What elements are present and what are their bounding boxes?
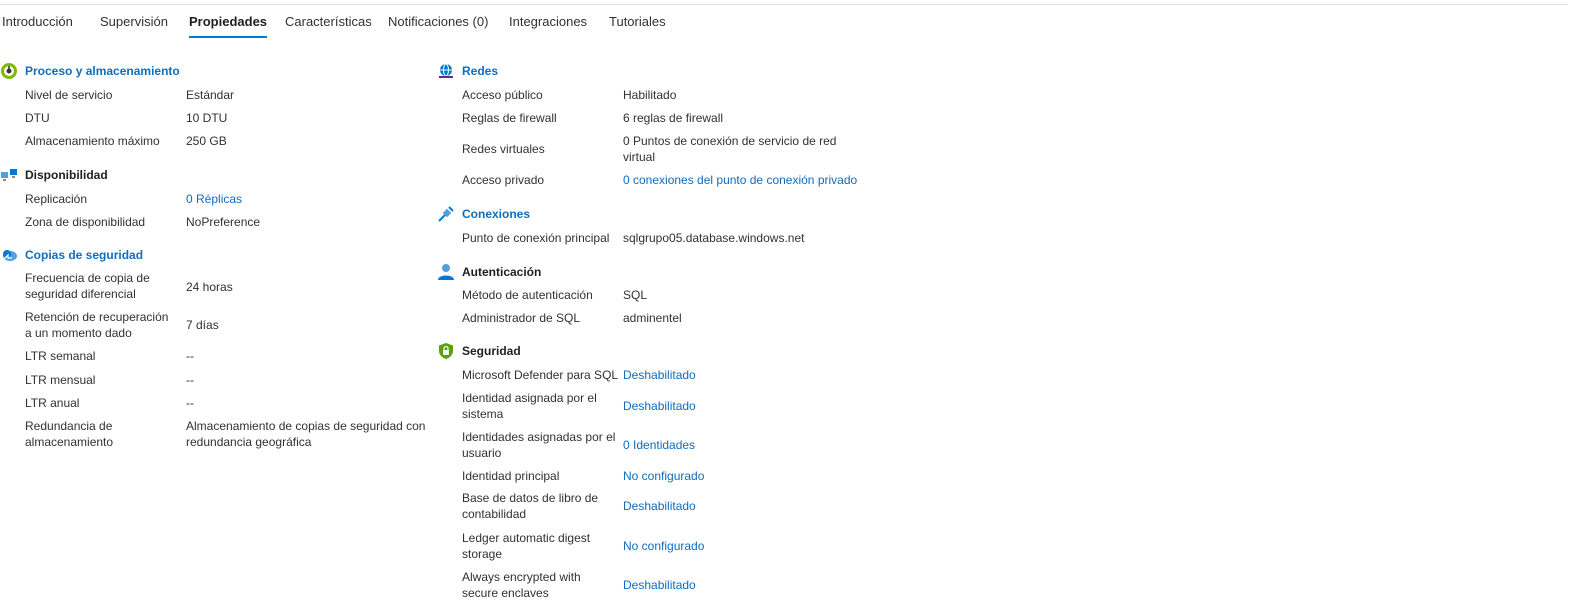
auth-value-method: SQL <box>623 288 648 302</box>
section-availability-header: Disponibilidad <box>0 166 108 184</box>
networks-label-vnet: Redes virtuales <box>462 142 545 156</box>
backups-value-diff-frequency: 24 horas <box>186 280 233 294</box>
tab-propiedades[interactable]: Propiedades <box>189 14 268 38</box>
section-connections-title[interactable]: Conexiones <box>462 207 530 221</box>
networks-value-firewall: 6 reglas de firewall <box>623 111 724 125</box>
backups-value-ltr-yearly: -- <box>186 396 194 410</box>
compute-label-dtu: DTU <box>25 111 50 125</box>
section-backups-header[interactable]: Copias de seguridad <box>0 246 143 264</box>
auth-value-admin: adminentel <box>623 311 682 325</box>
security-value-ledger-digest[interactable]: No configurado <box>623 538 704 554</box>
connections-label-endpoint: Punto de conexión principal <box>462 231 610 245</box>
network-globe-icon <box>437 62 455 80</box>
networks-label-firewall: Reglas de firewall <box>462 111 557 125</box>
replication-icon <box>0 166 18 184</box>
security-value-always-encrypted[interactable]: Deshabilitado <box>623 577 696 593</box>
networks-label-public: Acceso público <box>462 88 543 102</box>
backups-value-redundancy: Almacenamiento de copias de seguridad co… <box>186 419 426 449</box>
section-connections-header[interactable]: Conexiones <box>437 205 530 223</box>
cloud-backup-icon <box>0 246 18 264</box>
backups-value-ltr-monthly: -- <box>186 373 194 387</box>
user-icon <box>437 263 455 281</box>
tab-tutoriales[interactable]: Tutoriales <box>609 14 666 29</box>
networks-value-vnet: 0 Puntos de conexión de servicio de red … <box>623 134 837 164</box>
security-value-primary-identity[interactable]: No configurado <box>623 468 704 484</box>
backups-label-ltr-monthly: LTR mensual <box>25 373 96 387</box>
tab-introduccion[interactable]: Introducción <box>2 14 73 29</box>
section-networks-title[interactable]: Redes <box>462 64 498 78</box>
compute-label-maxstorage: Almacenamiento máximo <box>25 134 160 148</box>
section-compute-header[interactable]: Proceso y almacenamiento <box>0 62 180 80</box>
security-value-defender[interactable]: Deshabilitado <box>623 367 696 383</box>
backups-label-ltr-yearly: LTR anual <box>25 396 80 410</box>
tab-integraciones[interactable]: Integraciones <box>509 14 587 29</box>
networks-value-private[interactable]: 0 conexiones del punto de conexión priva… <box>623 172 857 188</box>
plug-icon <box>437 205 455 223</box>
backups-value-ltr-weekly: -- <box>186 349 194 363</box>
networks-label-private: Acceso privado <box>462 173 545 187</box>
section-availability-title: Disponibilidad <box>25 168 108 182</box>
section-auth-title: Autenticación <box>462 265 542 279</box>
tab-notificaciones[interactable]: Notificaciones (0) <box>388 14 488 29</box>
compute-value-maxstorage: 250 GB <box>186 134 227 148</box>
backups-label-diff-frequency: Frecuencia de copia de seguridad diferen… <box>25 271 150 301</box>
backups-label-redundancy: Redundancia de almacenamiento <box>25 419 114 449</box>
section-security-title: Seguridad <box>462 344 521 358</box>
availability-label-zone: Zona de disponibilidad <box>25 215 146 229</box>
gauge-icon <box>0 62 18 80</box>
backups-value-pitr: 7 días <box>186 318 219 332</box>
security-value-ledger[interactable]: Deshabilitado <box>623 498 696 514</box>
security-value-user-identities[interactable]: 0 Identidades <box>623 437 695 453</box>
security-label-user-identities: Identidades asignadas por el usuario <box>462 430 616 460</box>
security-label-system-identity: Identidad asignada por el sistema <box>462 391 597 421</box>
section-backups-title[interactable]: Copias de seguridad <box>25 248 143 262</box>
availability-value-zone: NoPreference <box>186 215 261 229</box>
availability-value-replication[interactable]: 0 Réplicas <box>186 191 242 207</box>
networks-value-public: Habilitado <box>623 88 677 102</box>
compute-value-dtu: 10 DTU <box>186 111 228 125</box>
section-auth-header: Autenticación <box>437 263 541 281</box>
auth-label-method: Método de autenticación <box>462 288 593 302</box>
tab-supervision[interactable]: Supervisión <box>100 14 168 29</box>
top-divider <box>0 4 1568 5</box>
security-label-ledger-digest: Ledger automatic digest storage <box>462 531 591 561</box>
security-label-always-encrypted: Always encrypted with secure enclaves <box>462 570 581 600</box>
compute-value-tier: Estándar <box>186 88 235 102</box>
connections-value-endpoint: sqlgrupo05.database.windows.net <box>623 231 805 245</box>
shield-lock-icon <box>437 342 455 360</box>
section-security-header: Seguridad <box>437 342 521 360</box>
section-compute-title[interactable]: Proceso y almacenamiento <box>25 64 180 78</box>
section-networks-header[interactable]: Redes <box>437 62 498 80</box>
availability-label-replication: Replicación <box>25 192 88 206</box>
backups-label-pitr: Retención de recuperación a un momento d… <box>25 310 169 340</box>
security-value-system-identity[interactable]: Deshabilitado <box>623 398 696 414</box>
security-label-defender: Microsoft Defender para SQL <box>462 368 619 382</box>
auth-label-admin: Administrador de SQL <box>462 311 581 325</box>
compute-label-tier: Nivel de servicio <box>25 88 113 102</box>
security-label-primary-identity: Identidad principal <box>462 469 560 483</box>
security-label-ledger: Base de datos de libro de contabilidad <box>462 491 599 521</box>
tab-caracteristicas[interactable]: Características <box>285 14 372 29</box>
backups-label-ltr-weekly: LTR semanal <box>25 349 96 363</box>
